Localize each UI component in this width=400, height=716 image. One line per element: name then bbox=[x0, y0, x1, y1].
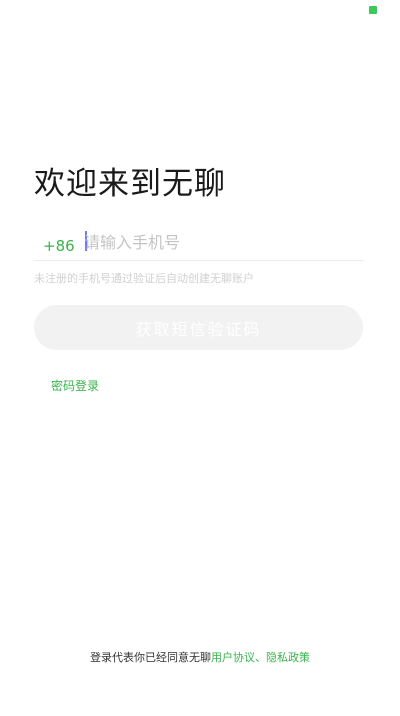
agreement-separator: 、 bbox=[255, 651, 266, 664]
phone-input-row: +86 bbox=[34, 224, 364, 261]
register-hint: 未注册的手机号通过验证后自动创建无聊账户 bbox=[34, 272, 254, 285]
agreement-prefix: 登录代表你已经同意无聊 bbox=[90, 651, 211, 664]
status-square-icon bbox=[369, 6, 377, 14]
agreement-footer: 登录代表你已经同意无聊用户协议、隐私政策 bbox=[0, 650, 400, 666]
password-login-link[interactable]: 密码登录 bbox=[51, 378, 99, 394]
country-code[interactable]: +86 bbox=[43, 237, 75, 255]
privacy-policy-link[interactable]: 隐私政策 bbox=[266, 651, 310, 664]
page-title: 欢迎来到无聊 bbox=[34, 166, 226, 202]
get-sms-code-button[interactable]: 获取短信验证码 bbox=[34, 305, 363, 350]
user-agreement-link[interactable]: 用户协议 bbox=[211, 651, 255, 664]
login-screen: 欢迎来到无聊 +86 未注册的手机号通过验证后自动创建无聊账户 获取短信验证码 … bbox=[0, 0, 400, 716]
phone-input[interactable] bbox=[84, 227, 354, 257]
